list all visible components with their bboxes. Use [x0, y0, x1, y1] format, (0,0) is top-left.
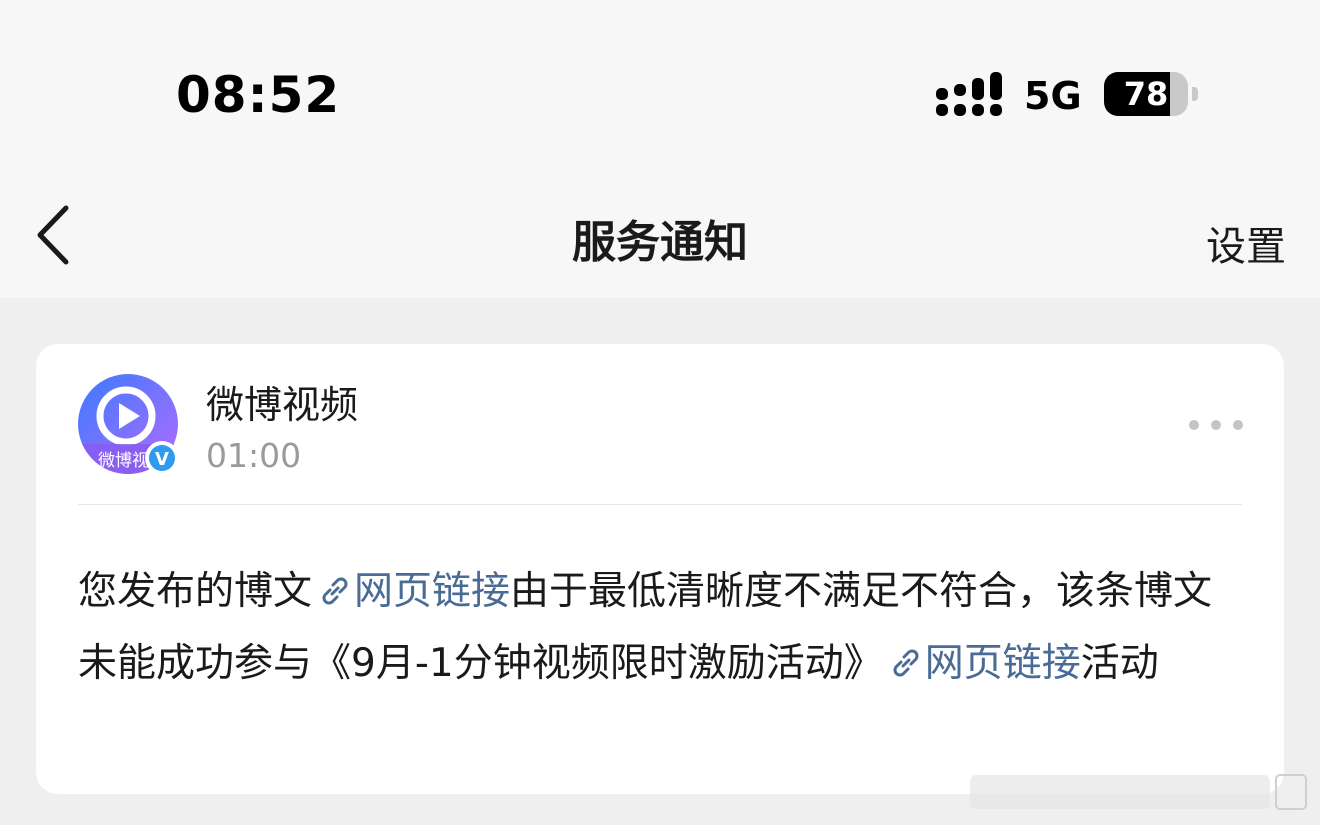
status-bar: 08:52 5G 78: [0, 0, 1320, 180]
watermark-logo: [970, 774, 1307, 810]
web-link-2-label: 网页链接: [924, 641, 1081, 686]
more-dots-icon[interactable]: [1188, 416, 1244, 434]
web-link-1-label: 网页链接: [354, 569, 511, 614]
battery-level: 78: [1123, 75, 1169, 113]
cellular-signal-icon: [936, 72, 1002, 116]
web-link-1[interactable]: 网页链接: [312, 569, 510, 614]
web-link-2[interactable]: 网页链接: [883, 641, 1081, 686]
notification-list[interactable]: 微博视 V 微博视频 01:00 您发布的博文 网页链接由于最低清晰度不满足不符合…: [0, 298, 1320, 825]
message-time: 01:00: [206, 436, 302, 475]
link-icon: [893, 649, 919, 677]
link-icon: [322, 577, 348, 605]
message-body: 您发布的博文 网页链接由于最低清晰度不满足不符合，该条博文未能成功参与《9月-1分…: [78, 556, 1248, 700]
sender-name[interactable]: 微博视频: [206, 374, 358, 429]
navigation-bar: 服务通知 设置: [0, 180, 1320, 298]
battery-body: 78: [1104, 72, 1188, 116]
page-title: 服务通知: [572, 217, 748, 268]
settings-button[interactable]: 设置: [1206, 214, 1286, 272]
status-time: 08:52: [176, 66, 341, 124]
divider: [78, 504, 1242, 505]
network-type: 5G: [1024, 74, 1082, 118]
notification-card[interactable]: 微博视 V 微博视频 01:00 您发布的博文 网页链接由于最低清晰度不满足不符合…: [36, 344, 1284, 794]
battery-tip: [1192, 87, 1198, 101]
battery-icon: 78: [1104, 72, 1200, 118]
sender-avatar[interactable]: 微博视 V: [78, 374, 182, 478]
message-text-part3: 活动: [1080, 641, 1159, 686]
avatar-label: 微博视: [98, 451, 149, 471]
message-text-part1: 您发布的博文: [78, 569, 313, 614]
verified-mark: V: [155, 449, 169, 470]
